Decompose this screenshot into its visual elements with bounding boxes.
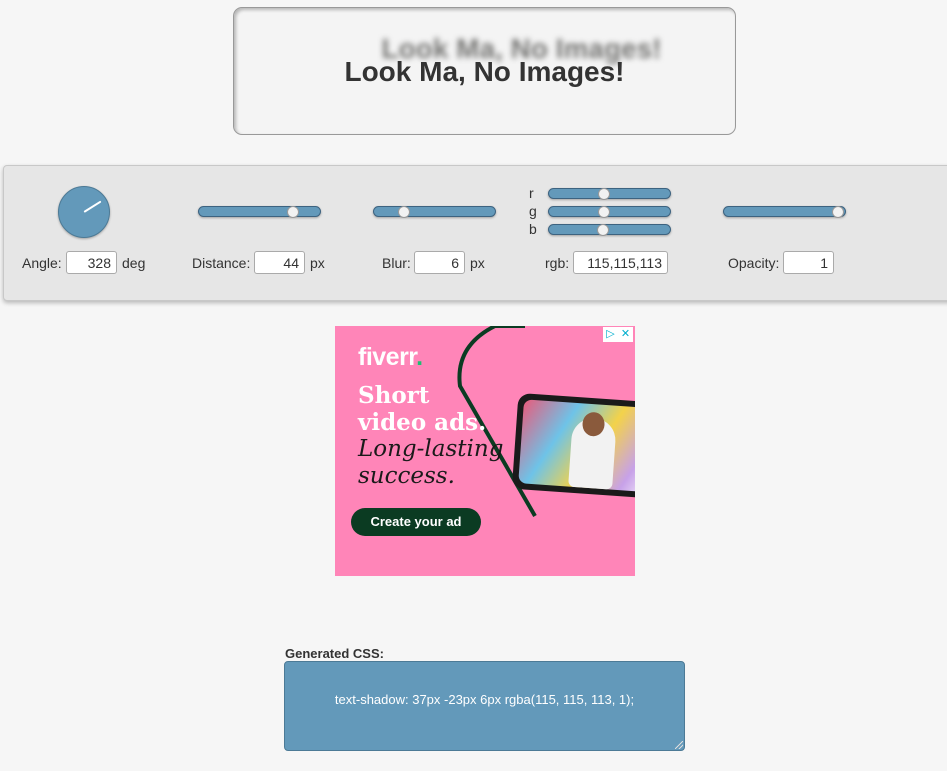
ad-controls: ▷ ✕ <box>603 327 635 342</box>
ad-subline-line: Long-lasting <box>358 436 504 462</box>
g-channel-slider[interactable] <box>548 206 671 218</box>
rgb-label: rgb: <box>545 255 570 271</box>
ad-headline: Short video ads. <box>358 382 486 436</box>
blur-input[interactable] <box>414 251 465 274</box>
blur-unit: px <box>470 255 485 271</box>
ad-subline-line: success. <box>358 463 455 489</box>
b-channel-slider[interactable] <box>548 224 671 236</box>
adchoices-icon[interactable]: ▷ <box>603 327 618 342</box>
ad-headline-line: Short <box>358 382 430 409</box>
phone-image <box>511 392 635 500</box>
angle-input[interactable] <box>66 251 117 274</box>
angle-dial[interactable] <box>58 186 110 238</box>
rgb-input[interactable] <box>573 251 668 274</box>
g-channel-thumb[interactable] <box>597 206 610 218</box>
resize-handle-icon[interactable] <box>675 741 683 749</box>
generated-css-textarea[interactable]: text-shadow: 37px -23px 6px rgba(115, 11… <box>284 661 685 751</box>
angle-unit: deg <box>122 255 146 271</box>
blur-slider[interactable] <box>373 206 496 218</box>
distance-slider-thumb[interactable] <box>287 206 300 218</box>
create-ad-button[interactable]: Create your ad <box>351 508 481 536</box>
preview-box: Look Ma, No Images! <box>233 7 736 135</box>
opacity-input[interactable] <box>783 251 834 274</box>
blur-label: Blur: <box>382 255 411 271</box>
preview-text: Look Ma, No Images! <box>344 56 625 87</box>
ad-headline-line: video ads. <box>358 409 487 436</box>
distance-input[interactable] <box>254 251 305 274</box>
distance-label: Distance: <box>192 255 251 271</box>
advertisement[interactable]: fiverr. Short video ads. Long-lasting su… <box>335 326 635 576</box>
r-channel-slider[interactable] <box>548 188 671 200</box>
opacity-slider[interactable] <box>723 206 846 218</box>
opacity-label: Opacity: <box>728 255 780 271</box>
fiverr-logo: fiverr. <box>358 343 423 372</box>
phone-screen <box>518 399 635 493</box>
distance-slider[interactable] <box>198 206 321 218</box>
angle-label: Angle: <box>22 255 62 271</box>
r-channel-label: r <box>529 185 534 201</box>
angle-needle-icon <box>83 200 102 213</box>
close-icon[interactable]: ✕ <box>618 327 633 342</box>
b-channel-thumb[interactable] <box>596 224 609 236</box>
generated-css-label: Generated CSS: <box>285 646 384 661</box>
fiverr-logo-text: fiverr <box>358 343 417 371</box>
b-channel-label: b <box>529 221 537 237</box>
g-channel-label: g <box>529 203 537 219</box>
generated-css-code[interactable]: text-shadow: 37px -23px 6px rgba(115, 11… <box>335 692 634 707</box>
distance-unit: px <box>310 255 325 271</box>
blur-slider-thumb[interactable] <box>398 206 411 218</box>
opacity-slider-thumb[interactable] <box>831 206 844 218</box>
controls-panel <box>3 165 947 301</box>
ad-subline: Long-lasting success. <box>358 436 503 490</box>
r-channel-thumb[interactable] <box>597 188 610 200</box>
fiverr-logo-dot: . <box>416 343 423 371</box>
